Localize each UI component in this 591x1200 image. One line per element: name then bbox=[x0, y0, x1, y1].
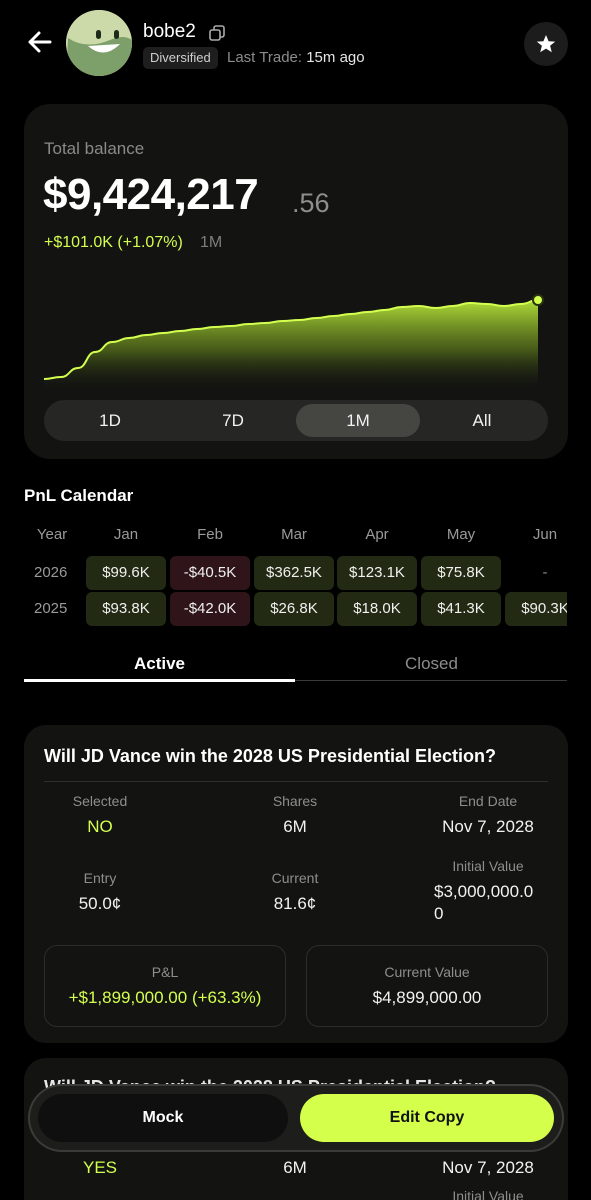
stat-label: Current bbox=[271, 870, 319, 886]
cal-col-year: Year bbox=[36, 526, 68, 543]
current-value-label: Current Value bbox=[384, 964, 470, 980]
cal-cell: $362.5K bbox=[254, 556, 334, 590]
position-tabs: Active Closed bbox=[24, 648, 567, 682]
smiley-avatar-icon bbox=[66, 10, 132, 76]
last-trade-value: 15m ago bbox=[306, 49, 365, 66]
balance-amount: $9,424,217 bbox=[43, 170, 259, 219]
cal-cell: -$40.5K bbox=[170, 556, 250, 590]
tab-active-indicator bbox=[24, 679, 295, 682]
stat-label: End Date bbox=[458, 793, 518, 809]
cal-col-mar: Mar bbox=[281, 526, 307, 543]
stat-label: Selected bbox=[72, 793, 128, 809]
cal-cell: $123.1K bbox=[337, 556, 417, 590]
cal-col-jun: Jun bbox=[532, 526, 558, 543]
stat-label: Shares bbox=[272, 793, 318, 809]
range-all[interactable]: All bbox=[420, 404, 544, 437]
stat-current: Current 81.6¢ bbox=[215, 870, 375, 915]
stat-value: 81.6¢ bbox=[273, 894, 317, 913]
star-icon bbox=[536, 35, 556, 53]
stat-value: $3,000,000.0 0 bbox=[434, 882, 534, 923]
cal-col-feb: Feb bbox=[197, 526, 223, 543]
balance-cents: .56 bbox=[292, 188, 330, 218]
stat-entry: Entry 50.0¢ bbox=[20, 870, 180, 915]
strategy-badge: Diversified bbox=[143, 47, 218, 69]
chart-area bbox=[44, 300, 538, 390]
balance-card: Total balance $9,424,217 .56 +$101.0K (+… bbox=[24, 104, 568, 459]
stat-value: NO bbox=[87, 817, 113, 836]
stat-value: 6M bbox=[283, 1158, 307, 1177]
pnl-calendar: Year Jan Feb Mar Apr May Jun 2026 2025 $… bbox=[24, 516, 567, 628]
current-value-value: $4,899,000.00 bbox=[372, 988, 482, 1007]
back-button[interactable] bbox=[22, 24, 58, 60]
last-trade: Last Trade: 15m ago bbox=[227, 49, 365, 66]
stat-label: Initial Value bbox=[452, 1188, 524, 1200]
chart-endpoint bbox=[532, 294, 544, 306]
stat-initial-value: Initial Value bbox=[408, 1188, 568, 1200]
balance-label: Total balance bbox=[44, 139, 145, 158]
cal-year-2026: 2026 bbox=[34, 564, 68, 581]
stat-end-date: End Date Nov 7, 2028 bbox=[408, 793, 568, 838]
cal-cell: - bbox=[542, 564, 548, 581]
stat-label: Initial Value bbox=[452, 858, 524, 874]
username: bobe2 bbox=[143, 21, 196, 42]
header: bobe2 Diversified Last Trade: 15m ago bbox=[0, 0, 591, 90]
position-divider bbox=[44, 781, 548, 782]
stat-value: Nov 7, 2028 bbox=[442, 817, 534, 836]
copy-icon[interactable] bbox=[208, 24, 226, 42]
balance-change: +$101.0K (+1.07%) bbox=[44, 234, 183, 251]
balance-chart bbox=[44, 294, 544, 390]
current-value-box: Current Value $4,899,000.00 bbox=[306, 945, 548, 1027]
pnl-calendar-title: PnL Calendar bbox=[24, 486, 134, 505]
position-question: Will JD Vance win the 2028 US Presidenti… bbox=[44, 746, 496, 766]
range-1m[interactable]: 1M bbox=[296, 404, 420, 437]
stat-value: Nov 7, 2028 bbox=[442, 1158, 534, 1177]
cal-cell: $41.3K bbox=[421, 592, 501, 626]
mock-button[interactable]: Mock bbox=[38, 1094, 288, 1142]
stat-initial-value: Initial Value $3,000,000.0 0 bbox=[408, 858, 568, 925]
cal-cell: $26.8K bbox=[254, 592, 334, 626]
tab-active[interactable]: Active bbox=[24, 654, 295, 674]
cal-col-jan: Jan bbox=[113, 526, 139, 543]
stat-shares: Shares 6M bbox=[215, 793, 375, 838]
range-7d[interactable]: 7D bbox=[171, 404, 295, 437]
position-card[interactable]: Will JD Vance win the 2028 US Presidenti… bbox=[24, 725, 568, 1043]
cal-cell: $90.3K bbox=[505, 592, 567, 626]
tab-closed[interactable]: Closed bbox=[296, 654, 567, 674]
cal-year-2025: 2025 bbox=[34, 600, 68, 617]
stat-value: 6M bbox=[283, 817, 307, 836]
stat-end-date: Nov 7, 2028 bbox=[408, 1150, 568, 1179]
cal-col-apr: Apr bbox=[365, 526, 389, 543]
range-1d[interactable]: 1D bbox=[48, 404, 172, 437]
stat-selected: YES bbox=[20, 1150, 180, 1179]
last-trade-label: Last Trade: bbox=[227, 49, 303, 66]
cal-cell: $99.6K bbox=[86, 556, 166, 590]
pnl-value: +$1,899,000.00 (+63.3%) bbox=[68, 988, 262, 1007]
cal-col-may: May bbox=[446, 526, 476, 543]
cal-cell: $75.8K bbox=[421, 556, 501, 590]
range-selector: 1D 7D 1M All bbox=[44, 400, 548, 441]
stat-value: 50.0¢ bbox=[78, 894, 122, 913]
pnl-box: P&L +$1,899,000.00 (+63.3%) bbox=[44, 945, 286, 1027]
avatar[interactable] bbox=[66, 10, 132, 76]
arrow-left-icon bbox=[28, 31, 52, 53]
stat-selected: Selected NO bbox=[20, 793, 180, 838]
stat-shares: 6M bbox=[215, 1150, 375, 1179]
cal-cell: $93.8K bbox=[86, 592, 166, 626]
cal-cell: -$42.0K bbox=[170, 592, 250, 626]
favorite-button[interactable] bbox=[524, 22, 568, 66]
bottom-action-bar: Mock Edit Copy bbox=[30, 1086, 562, 1150]
stat-label: Entry bbox=[83, 870, 117, 886]
stat-value: YES bbox=[82, 1158, 118, 1177]
pnl-label: P&L bbox=[151, 964, 179, 980]
edit-copy-button[interactable]: Edit Copy bbox=[300, 1094, 554, 1142]
balance-period: 1M bbox=[200, 234, 223, 251]
cal-cell: $18.0K bbox=[337, 592, 417, 626]
